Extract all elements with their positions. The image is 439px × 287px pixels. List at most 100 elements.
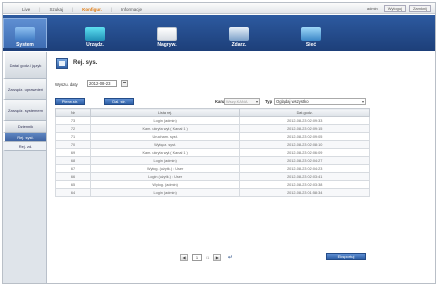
row-no: 67	[55, 164, 91, 173]
header-no: Nr	[55, 108, 91, 117]
sidebar-item-system-log[interactable]: Rej. syst.	[3, 133, 46, 142]
export-button[interactable]: Eksportuj	[326, 253, 366, 260]
sidebar: Data/ godz./ język Zarządz. uprawnień Za…	[3, 52, 47, 283]
row-desc: Login (admin)	[89, 116, 241, 125]
tab-system-label: System	[16, 42, 34, 48]
row-time: 2012-08-23 02:04:23	[239, 164, 370, 173]
app-window: Live | Szukaj | Konfigur. | Informacje a…	[2, 2, 436, 284]
sidebar-item-permission-management[interactable]: Zarządz. uprawnień	[3, 79, 46, 100]
page-total: /1	[206, 254, 210, 260]
row-no: 68	[55, 156, 91, 165]
topnav-setup[interactable]: Konfigur.	[73, 7, 111, 12]
table-row[interactable]: 67 Wyłog. (użytk.) : User 2012-08-23 02:04…	[55, 164, 370, 173]
header-log-list: Lista rej.	[89, 108, 241, 117]
row-time: 2012-08-23 02:09:05	[239, 132, 370, 141]
row-desc: Login (użytk.) : User	[89, 172, 241, 181]
row-desc: Wyłącz. syst.	[89, 140, 241, 149]
row-no: 69	[55, 148, 91, 157]
row-no: 66	[55, 172, 91, 181]
top-right-controls: admin Wyloguj Zamknij	[367, 5, 431, 12]
network-icon	[301, 27, 321, 41]
main-content: Rej. sys. Wyszu. daty 2012-08-23 Pierw.s…	[48, 52, 435, 283]
calendar-icon[interactable]	[121, 80, 128, 87]
main-tab-bar: System Urządz. Nagryw. Zdarz. Sieć	[3, 15, 435, 51]
chevron-down-icon: ▾	[361, 99, 364, 104]
topnav-live[interactable]: Live	[13, 7, 39, 12]
system-log-icon	[56, 58, 68, 69]
prev-page-arrow-icon[interactable]: ◀	[180, 253, 188, 261]
tab-device-label: Urządz.	[86, 42, 104, 48]
event-icon	[229, 27, 249, 41]
log-table: Nr Lista rej. Dat.godz. 73 Login (admin) 2…	[55, 108, 370, 197]
table-header-row: Nr Lista rej. Dat.godz.	[55, 108, 370, 117]
date-search-input[interactable]: 2012-08-23	[87, 80, 117, 87]
type-select[interactable]: Oglądaj wszystko ▾	[274, 98, 366, 105]
row-time: 2012-08-23 02:06:09	[239, 148, 370, 157]
channel-select-value: Wszy.KANA	[226, 99, 248, 104]
page-title: Rej. sys.	[73, 60, 98, 66]
username-label: admin	[366, 6, 378, 11]
tab-event[interactable]: Zdarz.	[217, 18, 261, 48]
row-time: 2012-08-23 02:08:10	[239, 140, 370, 149]
sidebar-item-system-management[interactable]: Zarządz. systemem	[3, 100, 46, 121]
row-no: 72	[55, 124, 91, 133]
row-time: 2012-08-23 02:04:27	[239, 156, 370, 165]
row-no: 64	[55, 188, 91, 197]
device-icon	[85, 27, 105, 41]
topnav-information[interactable]: Informacje	[112, 7, 151, 12]
tab-system[interactable]: System	[3, 18, 47, 48]
table-row[interactable]: 65 Wylog. (admin) 2012-08-23 02:03:38	[55, 180, 370, 189]
row-time: 2012-08-23 02:03:41	[239, 172, 370, 181]
row-desc: Login (admin)	[89, 156, 241, 165]
first-page-button[interactable]: Pierw.str.	[55, 98, 85, 105]
sidebar-item-event-log[interactable]: Rej. zd.	[3, 142, 46, 151]
table-row[interactable]: 64 Login (admin) 2012-08-23 01:58:34	[55, 188, 370, 197]
enter-arrow-icon[interactable]: ↵	[225, 254, 235, 261]
next-page-arrow-icon[interactable]: ▶	[213, 253, 222, 261]
row-no: 70	[55, 140, 91, 149]
table-row[interactable]: 66 Login (użytk.) : User 2012-08-23 02:03:…	[55, 172, 370, 181]
chevron-down-icon: ▾	[255, 99, 258, 104]
row-time: 2012-08-23 02:03:38	[239, 180, 370, 189]
tab-event-label: Zdarz.	[231, 42, 247, 48]
date-search-label: Wyszu. daty	[55, 82, 78, 87]
system-icon	[15, 27, 35, 41]
table-row[interactable]: 69 Kam. ukryta wył.( Kanał 1 ) 2012-08-23 …	[55, 148, 370, 157]
table-row[interactable]: 71 Urucham. syst. 2012-08-23 02:09:05	[55, 132, 370, 141]
sidebar-item-date-time-language[interactable]: Data/ godz./ język	[3, 52, 46, 79]
table-row[interactable]: 68 Login (admin) 2012-08-23 02:04:27	[55, 156, 370, 165]
row-time: 2012-08-23 02:09:15	[239, 124, 370, 133]
close-button[interactable]: Zamknij	[408, 5, 431, 12]
row-no: 71	[55, 132, 91, 141]
row-no: 73	[55, 116, 91, 125]
top-menu-bar: Live | Szukaj | Konfigur. | Informacje a…	[3, 3, 435, 14]
logout-button[interactable]: Wyloguj	[383, 5, 406, 12]
row-no: 65	[55, 180, 91, 189]
tab-record-label: Nagryw.	[157, 42, 177, 48]
row-desc: Urucham. syst.	[89, 132, 241, 141]
tab-network[interactable]: Sieć	[289, 18, 333, 48]
row-desc: Kam. ukryta wył.( Kanał 1 )	[89, 124, 241, 133]
tab-device[interactable]: Urządz.	[73, 18, 117, 48]
page-number-input[interactable]: 1	[192, 253, 202, 261]
type-label: Typ	[265, 99, 273, 104]
next-page-button[interactable]: Dal. str.	[104, 98, 134, 105]
sidebar-item-log[interactable]: Dziennik	[3, 121, 46, 133]
tab-record[interactable]: Nagryw.	[145, 18, 189, 48]
table-row[interactable]: 73 Login (admin) 2012-08-23 02:09:33	[55, 116, 370, 125]
topnav-search[interactable]: Szukaj	[40, 7, 72, 12]
row-time: 2012-08-23 02:09:33	[239, 116, 370, 125]
row-time: 2012-08-23 01:58:34	[239, 188, 370, 197]
row-desc: Kam. ukryta wył.( Kanał 1 )	[89, 148, 241, 157]
pagination: ◀ 1 /1 ▶ ↵	[180, 253, 235, 261]
type-select-value: Oglądaj wszystko	[276, 99, 309, 104]
header-datetime: Dat.godz.	[239, 108, 370, 117]
table-row[interactable]: 70 Wyłącz. syst. 2012-08-23 02:08:10	[55, 140, 370, 149]
tab-network-label: Sieć	[305, 42, 317, 48]
record-icon	[157, 27, 177, 41]
row-desc: Login (admin)	[89, 188, 241, 197]
row-desc: Wyłog. (użytk.) : User	[89, 164, 241, 173]
row-desc: Wylog. (admin)	[89, 180, 241, 189]
table-row[interactable]: 72 Kam. ukryta wył.( Kanał 1 ) 2012-08-23 …	[55, 124, 370, 133]
channel-select[interactable]: Wszy.KANA ▾	[224, 98, 260, 105]
